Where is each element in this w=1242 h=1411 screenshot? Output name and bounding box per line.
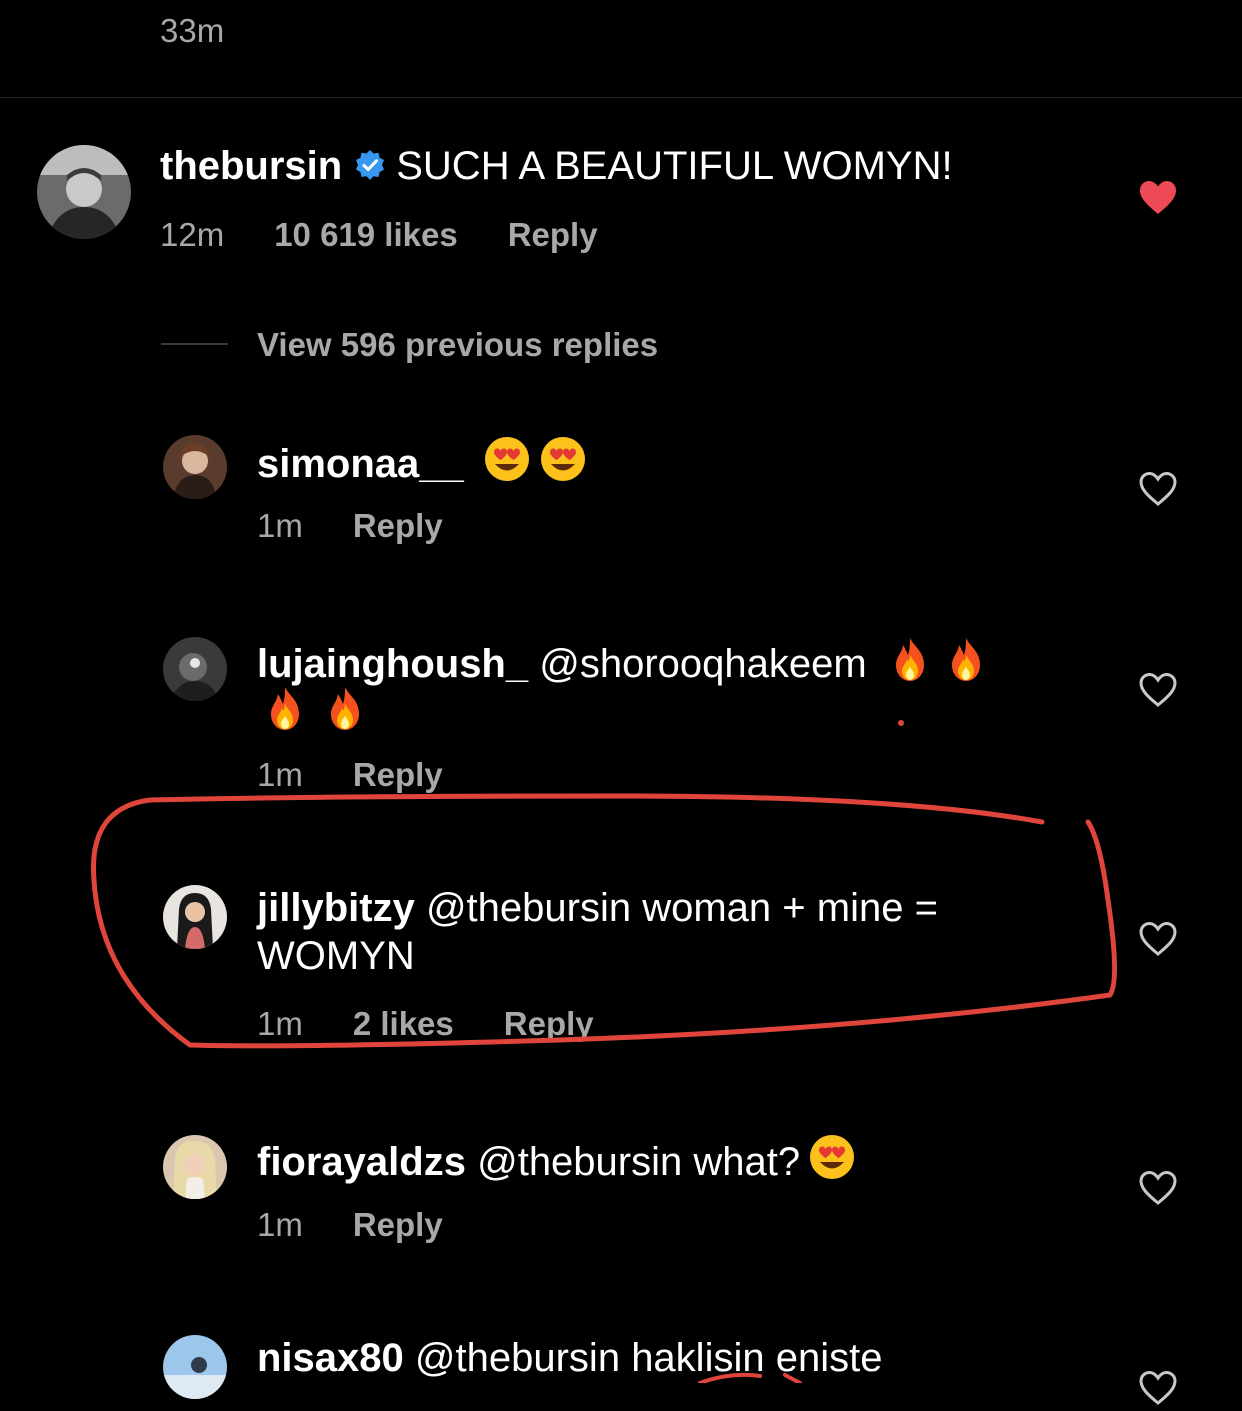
reply-3-reply-button[interactable]: Reply bbox=[504, 1005, 594, 1042]
reply-3-text-line-2: WOMYN bbox=[257, 934, 415, 978]
reply-4-time: 1m bbox=[257, 1206, 303, 1243]
avatar-jillybitzy[interactable] bbox=[163, 885, 227, 949]
fire-emoji-icon bbox=[321, 684, 369, 743]
view-replies-line bbox=[161, 343, 228, 345]
reply-1-line: simonaa__ bbox=[257, 435, 587, 494]
like-heart-icon[interactable] bbox=[1139, 471, 1177, 507]
reply-2-meta: 1m Reply bbox=[257, 756, 493, 794]
reply-4-username[interactable]: fiorayaldzs bbox=[257, 1140, 466, 1184]
reply-3-meta: 1m 2 likes Reply bbox=[257, 1005, 644, 1043]
avatar-simonaa[interactable] bbox=[163, 435, 227, 499]
section-divider bbox=[0, 97, 1242, 98]
fire-emoji-icon bbox=[886, 635, 934, 694]
reply-2-reply-button[interactable]: Reply bbox=[353, 756, 443, 793]
liked-heart-icon[interactable] bbox=[1139, 180, 1177, 216]
reply-4-meta: 1m Reply bbox=[257, 1206, 493, 1244]
reply-2-time: 1m bbox=[257, 756, 303, 793]
prev-comment-timestamp: 33m bbox=[160, 12, 225, 49]
reply-4-reply-button[interactable]: Reply bbox=[353, 1206, 443, 1243]
reply-1-username[interactable]: simonaa__ bbox=[257, 442, 464, 486]
heart-eyes-emoji-icon bbox=[808, 1133, 856, 1192]
main-comment-username[interactable]: thebursin bbox=[160, 144, 342, 188]
verified-badge-icon bbox=[354, 144, 386, 180]
reply-4-line: fiorayaldzs @thebursin what? bbox=[257, 1133, 856, 1192]
reply-5-username[interactable]: nisax80 bbox=[257, 1336, 404, 1380]
heart-eyes-emoji-icon bbox=[483, 435, 531, 494]
view-previous-replies-button[interactable]: View 596 previous replies bbox=[257, 326, 658, 364]
reply-1-meta: 1m Reply bbox=[257, 507, 493, 545]
reply-3-text: woman + mine = bbox=[642, 886, 938, 930]
reply-4-mention[interactable]: @thebursin bbox=[477, 1140, 682, 1184]
reply-3-username[interactable]: jillybitzy bbox=[257, 886, 415, 930]
reply-5-text: haklisin eniste bbox=[631, 1336, 883, 1380]
main-comment-text: SUCH A BEAUTIFUL WOMYN! bbox=[396, 144, 953, 188]
reply-5-mention[interactable]: @thebursin bbox=[415, 1336, 620, 1380]
reply-2-mention[interactable]: @shorooqhakeem bbox=[539, 642, 866, 686]
reply-4-text: what? bbox=[693, 1140, 801, 1184]
like-heart-icon[interactable] bbox=[1139, 921, 1177, 957]
reply-3-time: 1m bbox=[257, 1005, 303, 1042]
avatar-lujainghoush[interactable] bbox=[163, 637, 227, 701]
main-comment-line: thebursin SUCH A BEAUTIFUL WOMYN! bbox=[160, 142, 953, 190]
main-comment-time: 12m bbox=[160, 216, 225, 253]
fire-emoji-icon bbox=[942, 635, 990, 694]
avatar-fiorayaldzs[interactable] bbox=[163, 1135, 227, 1199]
reply-3-line: jillybitzy @thebursin woman + mine = bbox=[257, 884, 938, 932]
avatar-thebursin[interactable] bbox=[37, 145, 131, 239]
main-comment-meta: 12m 10 619 likes Reply bbox=[160, 216, 648, 254]
reply-1-time: 1m bbox=[257, 507, 303, 544]
reply-1-reply-button[interactable]: Reply bbox=[353, 507, 443, 544]
fire-emoji-icon bbox=[261, 684, 309, 743]
reply-5-line: nisax80 @thebursin haklisin eniste bbox=[257, 1334, 882, 1382]
main-comment-likes[interactable]: 10 619 likes bbox=[274, 216, 458, 253]
like-heart-icon[interactable] bbox=[1139, 1370, 1177, 1406]
reply-3-likes[interactable]: 2 likes bbox=[353, 1005, 454, 1042]
like-heart-icon[interactable] bbox=[1139, 1170, 1177, 1206]
reply-3-mention[interactable]: @thebursin bbox=[426, 886, 631, 930]
main-comment-reply-button[interactable]: Reply bbox=[508, 216, 598, 253]
heart-eyes-emoji-icon bbox=[539, 435, 587, 494]
like-heart-icon[interactable] bbox=[1139, 672, 1177, 708]
reply-2-line-2 bbox=[257, 684, 369, 743]
reply-2-username[interactable]: lujainghoush_ bbox=[257, 642, 528, 686]
avatar-nisax80[interactable] bbox=[163, 1335, 227, 1399]
